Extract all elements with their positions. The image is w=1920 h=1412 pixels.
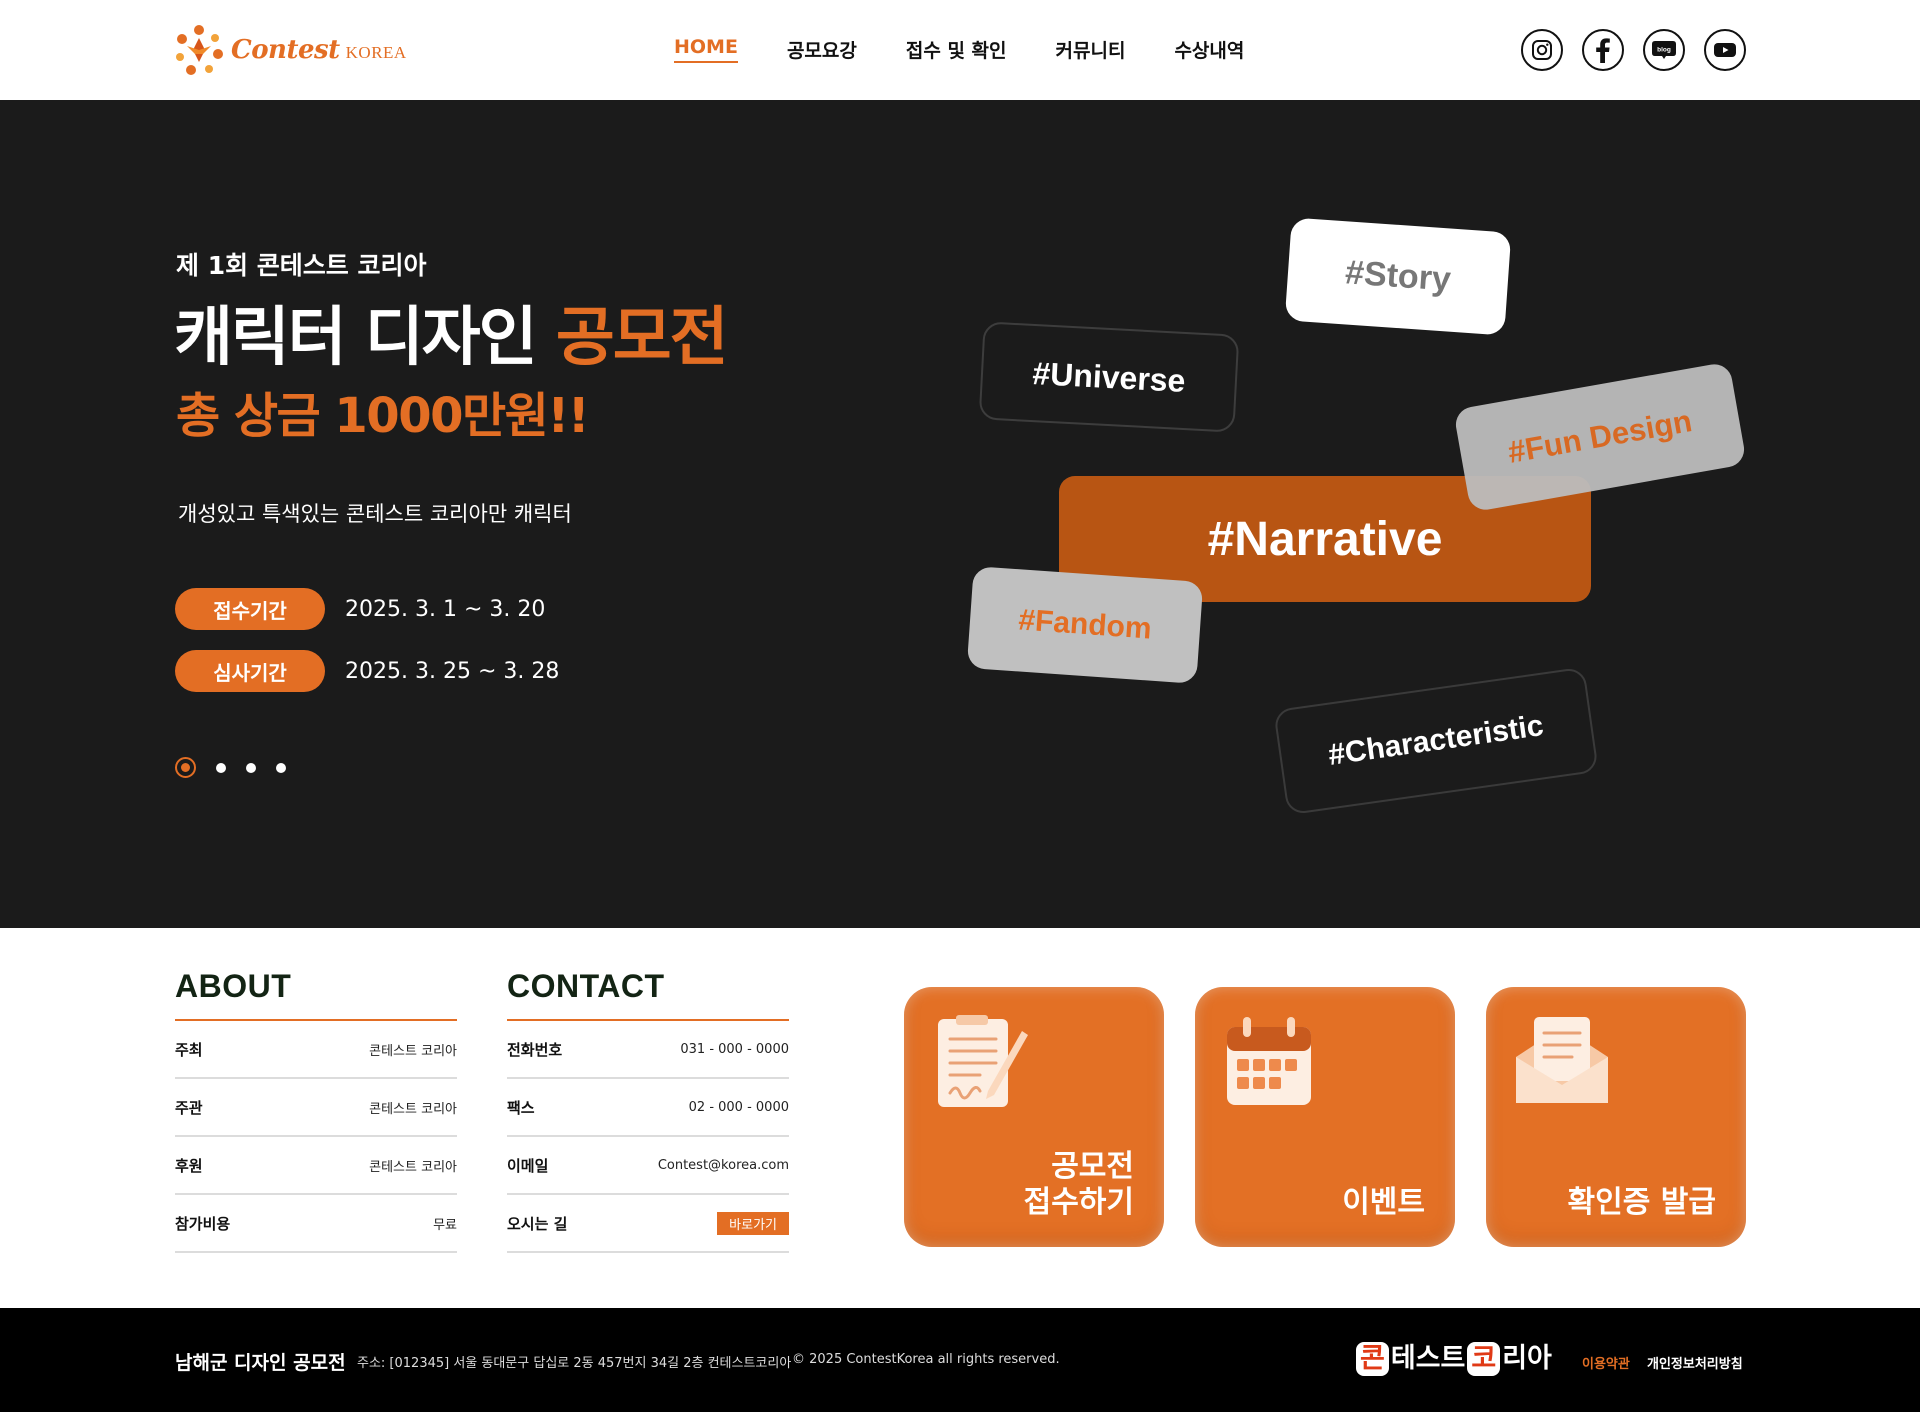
- main-nav: HOME 공모요강 접수 및 확인 커뮤니티 수상내역: [674, 36, 1293, 63]
- about-value: 콘테스트 코리아: [369, 1101, 457, 1117]
- site-footer: 남해군 디자인 공모전 주소: [012345] 서울 동대문구 답십로 2동 …: [0, 1308, 1920, 1412]
- instagram-button[interactable]: [1521, 29, 1563, 71]
- contact-row-fax: 팩스 02 - 000 - 0000: [507, 1079, 789, 1137]
- nav-home[interactable]: HOME: [674, 36, 738, 63]
- hero-title: 캐릭터 디자인 공모전: [174, 286, 729, 378]
- contact-row-email: 이메일 Contest@korea.com: [507, 1137, 789, 1195]
- footer-brand-text-2: 리아: [1502, 1343, 1552, 1374]
- about-row-organizer: 주관 콘테스트 코리아: [175, 1079, 457, 1137]
- logo-korea: KOREA: [345, 43, 407, 62]
- slide-dot-2[interactable]: [216, 762, 226, 773]
- calendar-icon: [1227, 1017, 1311, 1105]
- contact-value: 02 - 000 - 0000: [688, 1099, 789, 1115]
- contact-key: 전화번호: [507, 1040, 563, 1059]
- footer-brand-box-1: 콘: [1356, 1342, 1389, 1376]
- directions-button[interactable]: 바로가기: [717, 1211, 789, 1235]
- tag-universe: #Universe: [978, 321, 1240, 433]
- about-key: 참가비용: [175, 1214, 231, 1233]
- hero-prize: 총 상금 1000만원!!: [176, 388, 590, 444]
- slide-dot-3[interactable]: [246, 762, 256, 773]
- blog-button[interactable]: blog: [1643, 29, 1685, 71]
- hero-edition: 제 1회 콘테스트 코리아: [176, 251, 427, 280]
- hero-title-accent: 공모전: [555, 301, 729, 375]
- site-header: Contest KOREA HOME 공모요강 접수 및 확인 커뮤니티 수상내…: [0, 0, 1920, 100]
- contact-heading: CONTACT: [507, 968, 665, 1004]
- logo[interactable]: Contest KOREA: [175, 24, 407, 76]
- slide-dot-4[interactable]: [276, 762, 286, 773]
- about-value: 콘테스트 코리아: [369, 1043, 457, 1059]
- contact-key: 팩스: [507, 1098, 535, 1117]
- about-section: ABOUT 주최 콘테스트 코리아 주관 콘테스트 코리아 후원 콘테스트 코리…: [175, 968, 457, 1253]
- contact-key: 오시는 길: [507, 1214, 568, 1233]
- event-card[interactable]: 이벤트: [1195, 987, 1455, 1247]
- contact-section: CONTACT 전화번호 031 - 000 - 0000 팩스 02 - 00…: [507, 968, 789, 1253]
- contact-list: 전화번호 031 - 000 - 0000 팩스 02 - 000 - 0000…: [507, 1019, 789, 1253]
- contact-email-value[interactable]: Contest@korea.com: [658, 1158, 789, 1173]
- slide-dot-1[interactable]: [175, 757, 196, 778]
- hero-description: 개성있고 특색있는 콘테스트 코리아만 캐릭터: [178, 502, 572, 526]
- about-row-sponsor: 후원 콘테스트 코리아: [175, 1137, 457, 1195]
- contact-row-directions: 오시는 길 바로가기: [507, 1195, 789, 1253]
- privacy-link[interactable]: 개인정보처리방침: [1647, 1353, 1743, 1372]
- blog-icon-label: blog: [1657, 47, 1671, 54]
- youtube-icon: [1714, 43, 1736, 57]
- about-list: 주최 콘테스트 코리아 주관 콘테스트 코리아 후원 콘테스트 코리아 참가비용…: [175, 1019, 457, 1253]
- nav-submission[interactable]: 접수 및 확인: [906, 36, 1007, 63]
- contact-row-phone: 전화번호 031 - 000 - 0000: [507, 1021, 789, 1079]
- tag-story: #Story: [1284, 217, 1512, 336]
- footer-title: 남해군 디자인 공모전: [175, 1352, 346, 1374]
- submission-period: 접수기간 2025. 3. 1 ~ 3. 20: [175, 588, 545, 630]
- submission-period-date: 2025. 3. 1 ~ 3. 20: [345, 596, 546, 622]
- footer-brand-logo[interactable]: 콘 테스트 코 리아: [1356, 1342, 1552, 1376]
- contact-value: 031 - 000 - 0000: [680, 1041, 789, 1057]
- hero-title-main: 캐릭터 디자인: [174, 301, 556, 375]
- logo-script: Contest: [231, 35, 340, 65]
- nav-awards[interactable]: 수상내역: [1174, 36, 1244, 63]
- footer-copyright: © 2025 ContestKorea all rights reserved.: [792, 1352, 1060, 1367]
- instagram-icon: [1532, 40, 1552, 60]
- certificate-label: 확인증 발급: [1567, 1185, 1716, 1220]
- review-period-badge: 심사기간: [175, 650, 325, 692]
- certificate-card[interactable]: 확인증 발급: [1486, 987, 1746, 1247]
- logo-mark-icon: [176, 25, 223, 75]
- about-heading: ABOUT: [175, 968, 292, 1004]
- tag-fandom: #Fandom: [966, 566, 1204, 684]
- about-value: 콘테스트 코리아: [369, 1159, 457, 1175]
- about-key: 주최: [175, 1040, 203, 1059]
- blog-icon: blog: [1652, 41, 1676, 59]
- contact-key: 이메일: [507, 1156, 549, 1175]
- about-row-fee: 참가비용 무료: [175, 1195, 457, 1253]
- facebook-button[interactable]: [1582, 29, 1624, 71]
- submit-contest-label: 공모전 접수하기: [1023, 1149, 1134, 1220]
- clipboard-pen-icon: [938, 1015, 1028, 1107]
- footer-address: 주소: [012345] 서울 동대문구 답십로 2동 457번지 34길 2층…: [357, 1356, 792, 1371]
- footer-brand-text-1: 테스트: [1390, 1343, 1466, 1374]
- nav-guidelines[interactable]: 공모요강: [787, 36, 857, 63]
- review-period-date: 2025. 3. 25 ~ 3. 28: [345, 658, 560, 684]
- footer-brand-box-2: 코: [1467, 1342, 1501, 1376]
- youtube-button[interactable]: [1704, 29, 1746, 71]
- submit-contest-card[interactable]: 공모전 접수하기: [904, 987, 1164, 1247]
- envelope-letter-icon: [1516, 1017, 1608, 1103]
- tag-characteristic: #Characteristic: [1273, 666, 1599, 816]
- tag-fun-design: #Fun Design: [1453, 361, 1747, 513]
- event-label: 이벤트: [1342, 1185, 1425, 1220]
- slide-dots: [175, 757, 286, 778]
- submission-period-badge: 접수기간: [175, 588, 325, 630]
- about-row-host: 주최 콘테스트 코리아: [175, 1021, 457, 1079]
- facebook-icon: [1596, 38, 1610, 63]
- terms-link[interactable]: 이용약관: [1582, 1353, 1630, 1372]
- about-key: 주관: [175, 1098, 203, 1117]
- about-key: 후원: [175, 1156, 203, 1175]
- about-value: 무료: [433, 1217, 457, 1233]
- social-links: blog: [1521, 29, 1746, 71]
- hero-banner: 제 1회 콘테스트 코리아 캐릭터 디자인 공모전 총 상금 1000만원!! …: [0, 100, 1920, 928]
- nav-community[interactable]: 커뮤니티: [1056, 36, 1126, 63]
- review-period: 심사기간 2025. 3. 25 ~ 3. 28: [175, 650, 559, 692]
